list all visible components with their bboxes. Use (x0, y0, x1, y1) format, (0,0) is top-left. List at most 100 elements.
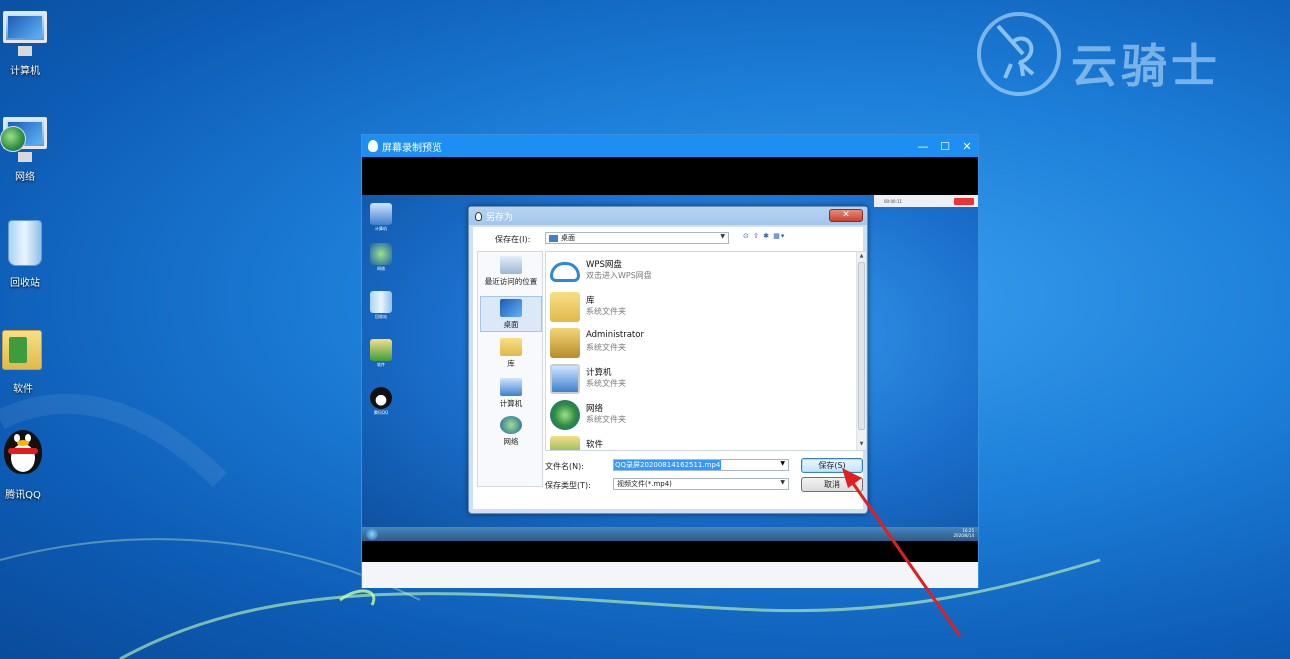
desktop-icon (500, 299, 522, 317)
file-desc: 系统文件夹 (586, 307, 626, 316)
place-label: 桌面 (503, 320, 519, 329)
maximize-button[interactable]: ☐ (934, 135, 956, 157)
place-label: 计算机 (499, 399, 523, 408)
network-icon (500, 416, 522, 434)
file-desc: 系统文件夹 (586, 343, 626, 352)
desktop-icon-recycle-bin[interactable]: 回收站 (0, 218, 60, 289)
inner-icon-qq: 腾讯QQ (367, 387, 395, 416)
network-icon (550, 400, 580, 430)
file-list-scrollbar[interactable]: ▲ ▼ (856, 252, 866, 450)
file-name: 软件 (586, 440, 604, 450)
desktop-icon-label: 腾讯QQ (5, 490, 41, 501)
place-desktop[interactable]: 桌面 (480, 296, 542, 332)
start-orb-icon (366, 528, 378, 540)
dialog-titlebar[interactable]: 另存为 (469, 207, 867, 225)
cancel-button[interactable]: 取消 (801, 477, 863, 492)
minimize-button[interactable]: — (912, 135, 934, 157)
desktop-icon-network[interactable]: 网络 (0, 112, 60, 183)
screen-record-preview-window: 屏幕录制预览 — ☐ ✕ 计算机 网络 回收站 软件 腾讯QQ 00:00:11… (361, 134, 979, 588)
place-label: 最近访问的位置 (484, 277, 538, 286)
save-in-value: 桌面 (561, 234, 575, 242)
scroll-down-icon[interactable]: ▼ (857, 441, 866, 447)
file-list: WPS网盘 双击进入WPS网盘 库 系统文件夹 Administrator 系统… (545, 251, 867, 451)
filetype-label: 保存类型(T): (545, 481, 591, 490)
file-name: 计算机 (586, 368, 612, 378)
tray-clock: 16:25 2020/8/14 (953, 528, 974, 538)
close-button[interactable]: ✕ (956, 135, 978, 157)
place-network[interactable]: 网络 (480, 416, 542, 447)
place-recent[interactable]: 最近访问的位置 (480, 256, 542, 287)
desktop-icon-label: 网络 (15, 172, 35, 183)
window-titlebar[interactable]: 屏幕录制预览 — ☐ ✕ (362, 135, 978, 157)
computer-icon (500, 378, 522, 396)
knight-icon (996, 24, 1035, 79)
place-library[interactable]: 库 (480, 338, 542, 369)
places-bar: 最近访问的位置 桌面 库 计算机 网络 (477, 251, 543, 487)
inner-icon-network: 网络 (367, 243, 395, 272)
chevron-down-icon: ▼ (780, 479, 785, 486)
inner-icon-label: 回收站 (375, 314, 387, 319)
inner-taskbar: 16:25 2020/8/14 (362, 527, 978, 541)
network-icon (0, 112, 50, 162)
desktop-icon-label: 软件 (13, 384, 33, 395)
mini-record-toolbar: 00:00:11 (874, 195, 978, 207)
list-item[interactable]: Administrator 系统文件夹 (548, 326, 848, 362)
scroll-up-icon[interactable]: ▲ (857, 253, 866, 259)
file-name: 网络 (586, 404, 604, 414)
dialog-close-button[interactable]: ✕ (829, 209, 863, 222)
folder-icon (0, 324, 48, 374)
file-name: Administrator (586, 330, 644, 340)
list-item[interactable]: 计算机 系统文件夹 (548, 362, 848, 398)
qq-icon (368, 140, 378, 152)
save-as-dialog: 另存为 ✕ 保存在(I): 桌面 ▼ ⊙ ⇧ ✱ ▦▾ 最近访问的位置 桌面 库… (468, 206, 868, 514)
list-item[interactable]: 网络 系统文件夹 (548, 398, 848, 434)
inner-icon-recycle: 回收站 (367, 291, 395, 320)
desktop-icon-label: 回收站 (10, 278, 40, 289)
file-desc: 系统文件夹 (586, 415, 626, 424)
inner-icon-label: 软件 (377, 362, 385, 367)
filetype-dropdown[interactable]: 视频文件(*.mp4) ▼ (613, 478, 789, 490)
dialog-toolbar-icons[interactable]: ⊙ ⇧ ✱ ▦▾ (743, 232, 785, 240)
desktop-icon-software[interactable]: 软件 (0, 324, 58, 395)
cloud-icon (550, 262, 580, 282)
save-button[interactable]: 保存(S) (801, 458, 863, 473)
dialog-title: 另存为 (486, 212, 514, 223)
yunqishi-logo: 云骑士 (975, 8, 1285, 103)
place-label: 网络 (503, 437, 519, 446)
desktop-icon-qq[interactable]: 腾讯QQ (0, 430, 58, 501)
file-name: WPS网盘 (586, 260, 622, 270)
record-timer: 00:00:11 (884, 198, 902, 204)
logo-text: 云骑士 (1071, 39, 1221, 93)
filename-value: QQ录屏20200814162511.mp4 (614, 460, 722, 470)
save-in-dropdown[interactable]: 桌面 ▼ (545, 232, 729, 244)
library-icon (500, 338, 522, 356)
chevron-down-icon: ▼ (720, 233, 725, 240)
file-name: 库 (586, 296, 595, 306)
tray-date: 2020/8/14 (953, 533, 974, 538)
place-label: 库 (507, 359, 515, 368)
save-in-label: 保存在(I): (495, 235, 531, 244)
list-item[interactable]: WPS网盘 双击进入WPS网盘 (548, 254, 848, 290)
inner-icon-label: 网络 (377, 266, 385, 271)
stop-record-icon (954, 197, 974, 205)
file-desc: 系统文件夹 (586, 379, 626, 388)
folder-icon (550, 436, 580, 450)
desktop-icon-label: 计算机 (10, 66, 40, 77)
filename-label: 文件名(N): (545, 462, 584, 471)
inner-desktop: 计算机 网络 回收站 软件 腾讯QQ 00:00:11 另存为 ✕ 保存在(I)… (362, 195, 978, 541)
inner-icon-label: 腾讯QQ (373, 410, 389, 415)
desktop-icon-computer[interactable]: 计算机 (0, 6, 60, 77)
window-title: 屏幕录制预览 (382, 142, 442, 154)
video-preview: 计算机 网络 回收站 软件 腾讯QQ 00:00:11 另存为 ✕ 保存在(I)… (362, 157, 978, 562)
filename-input[interactable]: QQ录屏20200814162511.mp4 ▼ (613, 459, 789, 471)
filetype-value: 视频文件(*.mp4) (617, 480, 672, 488)
computer-icon (0, 6, 50, 56)
list-item[interactable]: 库 系统文件夹 (548, 290, 848, 326)
scrollbar-thumb[interactable] (858, 262, 865, 430)
place-computer[interactable]: 计算机 (480, 378, 542, 409)
file-desc: 双击进入WPS网盘 (586, 271, 652, 280)
inner-icon-computer: 计算机 (367, 203, 395, 232)
preview-bottom-bar (362, 562, 978, 588)
library-icon (550, 292, 580, 322)
list-item[interactable]: 软件 (548, 434, 848, 450)
